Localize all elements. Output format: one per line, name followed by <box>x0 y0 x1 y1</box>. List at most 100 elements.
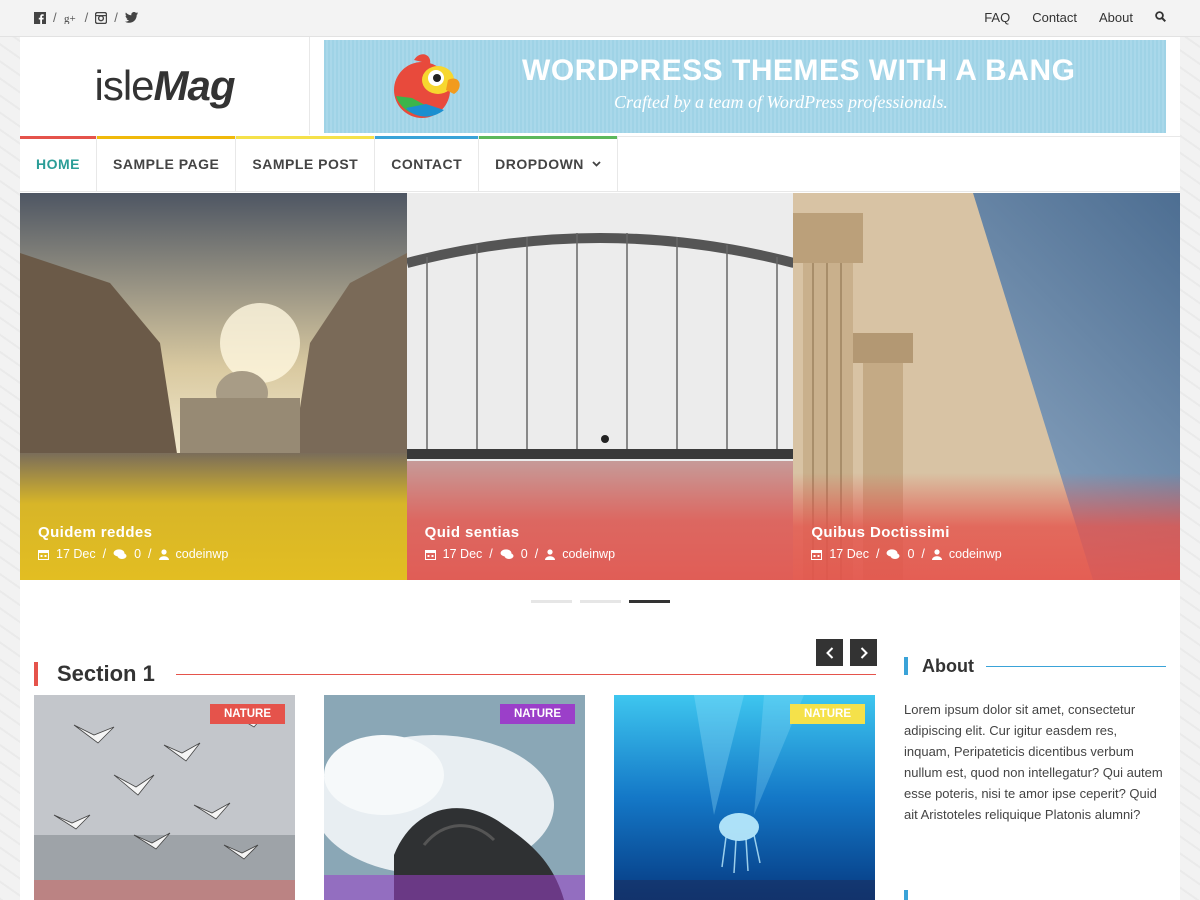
comments-icon <box>500 548 514 559</box>
slider-dot-1[interactable] <box>531 600 572 603</box>
comments-icon <box>113 548 127 559</box>
separator: / <box>53 10 57 25</box>
top-nav: FAQ Contact About <box>984 10 1167 25</box>
site-logo[interactable]: isleMag <box>94 62 236 110</box>
nav-label: DROPDOWN <box>495 156 584 172</box>
site-container: / g+ / / FAQ Contact About isleMag WORDP… <box>0 0 1200 900</box>
svg-text:g+: g+ <box>64 13 76 24</box>
slide-author[interactable]: codeinwp <box>562 547 615 561</box>
slider-pagination <box>531 600 670 603</box>
top-link-faq[interactable]: FAQ <box>984 10 1010 25</box>
nav-label: HOME <box>36 156 80 172</box>
meta-separator: / <box>875 547 880 561</box>
category-badge[interactable]: NATURE <box>499 704 575 724</box>
slider-dot-2[interactable] <box>580 600 621 603</box>
user-icon <box>931 548 942 560</box>
top-link-contact[interactable]: Contact <box>1032 10 1077 25</box>
slide-image <box>793 193 1181 580</box>
slider-dot-3[interactable] <box>629 600 670 603</box>
slide-date: 17 Dec <box>829 547 869 561</box>
slide-comments: 0 <box>907 547 915 561</box>
banner-title: WORDPRESS THEMES WITH A BANG <box>522 54 1076 87</box>
sidebar-header: About <box>904 655 1166 679</box>
slide-3[interactable]: Quibus Doctissimi 17 Dec / 0 / codeinwp <box>793 193 1181 580</box>
post-card-2[interactable]: NATURE <box>324 695 585 900</box>
chevron-right-icon <box>860 646 868 659</box>
user-icon <box>545 548 556 560</box>
calendar-icon <box>38 549 49 560</box>
logo-prefix: isle <box>94 62 154 109</box>
facebook-icon[interactable] <box>34 11 46 24</box>
card-image <box>614 695 875 900</box>
chevron-down-icon <box>592 161 601 167</box>
category-badge[interactable]: NATURE <box>209 704 285 724</box>
separator: / <box>84 10 89 25</box>
separator: / <box>114 10 118 25</box>
featured-slider: Quidem reddes 17 Dec / 0 / codeinwp Quid… <box>20 193 1181 580</box>
section-accent-bar <box>34 662 38 686</box>
post-card-3[interactable]: NATURE <box>614 695 875 900</box>
slide-date: 17 Dec <box>442 547 483 561</box>
slide-author[interactable]: codeinwp <box>949 547 1002 561</box>
sidebar-about-text: Lorem ipsum dolor sit amet, consectetur … <box>904 702 1163 822</box>
parrot-icon <box>394 54 460 118</box>
meta-separator: / <box>921 547 925 561</box>
nav-item-contact[interactable]: CONTACT <box>375 136 480 191</box>
banner-subtitle: Crafted by a team of WordPress professio… <box>614 92 948 112</box>
nav-label: SAMPLE POST <box>252 156 359 172</box>
meta-separator: / <box>102 547 107 561</box>
meta-separator: / <box>534 547 539 561</box>
user-icon <box>158 548 169 560</box>
slide-meta: 17 Dec / 0 / codeinwp <box>811 547 1002 561</box>
google-plus-icon[interactable]: g+ <box>64 12 78 24</box>
top-link-about[interactable]: About <box>1099 10 1133 25</box>
slide-meta: 17 Dec / 0 / codeinwp <box>424 547 615 561</box>
calendar-icon <box>424 549 436 560</box>
instagram-icon[interactable] <box>95 11 108 24</box>
sidebar-divider <box>986 666 1166 667</box>
ad-banner[interactable]: WORDPRESS THEMES WITH A BANG Crafted by … <box>324 40 1166 133</box>
comments-icon <box>886 548 900 559</box>
slide-title[interactable]: Quidem reddes <box>38 524 152 541</box>
section-arrows <box>816 639 877 666</box>
slide-comments: 0 <box>520 547 528 561</box>
logo-box: isleMag <box>20 37 310 135</box>
calendar-icon <box>811 549 823 560</box>
prev-button[interactable] <box>816 639 843 666</box>
twitter-icon[interactable] <box>124 12 138 23</box>
post-card-1[interactable]: NATURE <box>34 695 295 900</box>
slide-image <box>406 193 794 580</box>
section-header: Section 1 <box>34 660 876 688</box>
slide-image <box>20 193 407 580</box>
nav-label: CONTACT <box>391 156 463 172</box>
nav-item-dropdown[interactable]: DROPDOWN <box>479 136 618 191</box>
main-nav: HOME SAMPLE PAGE SAMPLE POST CONTACT DRO… <box>20 136 1180 192</box>
next-button[interactable] <box>850 639 877 666</box>
social-links: / g+ / / <box>34 10 138 25</box>
slide-title[interactable]: Quibus Doctissimi <box>811 524 950 541</box>
chevron-left-icon <box>825 646 833 659</box>
sidebar-accent-bar <box>904 657 908 675</box>
sidebar-next-widget-bar <box>904 890 908 900</box>
section-divider <box>176 674 876 675</box>
slide-1[interactable]: Quidem reddes 17 Dec / 0 / codeinwp <box>20 193 407 580</box>
nav-item-sample-page[interactable]: SAMPLE PAGE <box>97 136 237 191</box>
logo-suffix: Mag <box>153 62 236 109</box>
site-header: isleMag WORDPRESS THEMES WITH A BANG Cra… <box>20 37 1180 137</box>
card-image <box>34 695 295 900</box>
search-icon[interactable] <box>1155 10 1167 25</box>
meta-separator: / <box>148 547 152 561</box>
nav-label: SAMPLE PAGE <box>113 156 220 172</box>
slide-2[interactable]: Quid sentias 17 Dec / 0 / codeinwp <box>406 193 794 580</box>
nav-item-home[interactable]: HOME <box>20 136 97 191</box>
slide-comments: 0 <box>134 547 142 561</box>
section-title: Section 1 <box>57 661 155 686</box>
slide-title[interactable]: Quid sentias <box>425 524 520 541</box>
sidebar-title: About <box>922 656 974 676</box>
meta-separator: / <box>489 547 493 561</box>
card-image <box>324 695 585 900</box>
category-badge[interactable]: NATURE <box>789 704 865 724</box>
top-bar: / g+ / / FAQ Contact About <box>0 0 1200 37</box>
slide-author[interactable]: codeinwp <box>176 547 229 561</box>
nav-item-sample-post[interactable]: SAMPLE POST <box>236 136 376 191</box>
